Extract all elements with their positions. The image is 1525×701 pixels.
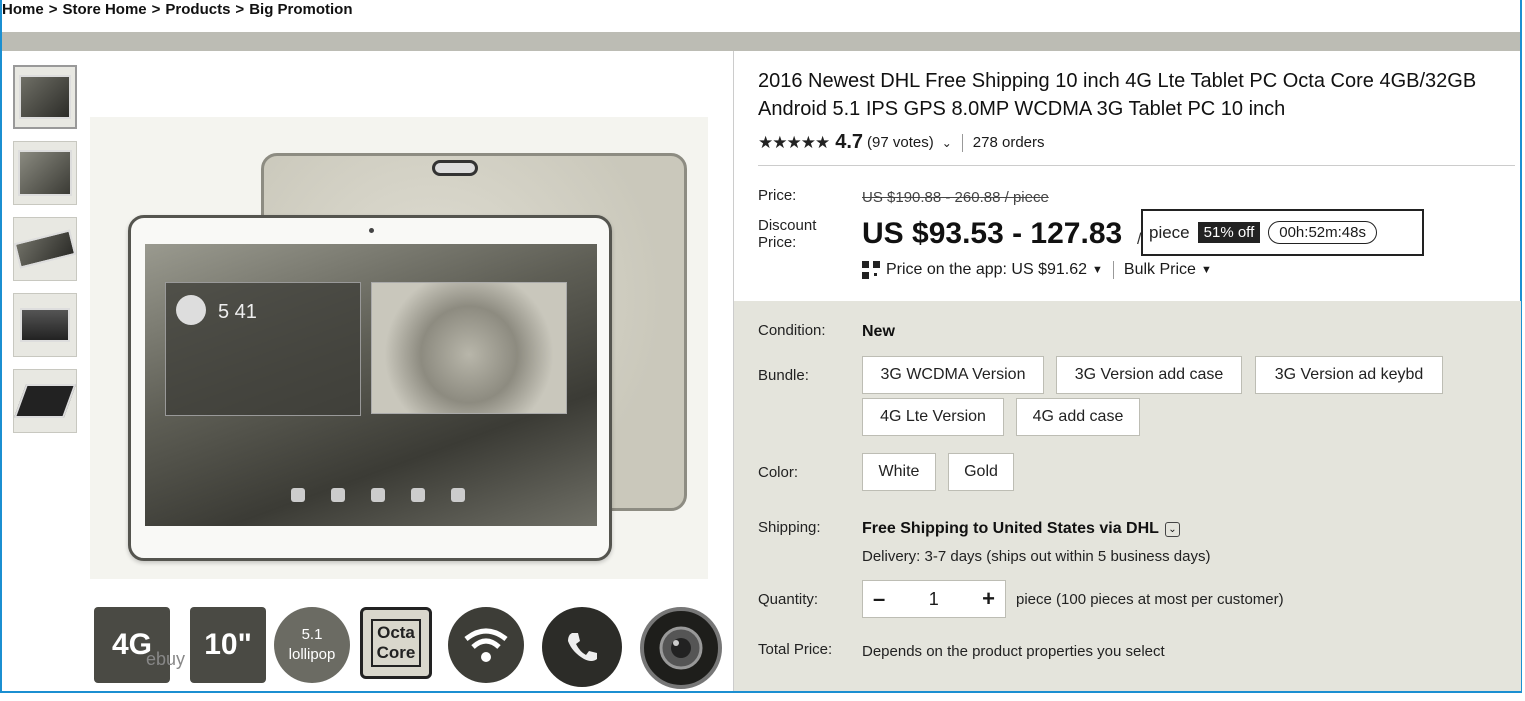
breadcrumb: Home > Store Home > Products > Big Promotion bbox=[2, 1, 353, 18]
product-gallery: 5 41 4G ebuy 10" 5.1 lollipop Octa Core bbox=[2, 51, 731, 691]
total-price-label: Total Price: bbox=[758, 641, 833, 658]
phone-icon bbox=[542, 607, 622, 687]
quantity-decrease-button[interactable]: – bbox=[873, 586, 885, 612]
original-price: US $190.88 - 260.88 / piece bbox=[862, 189, 1049, 206]
discount-price: US $93.53 - 127.83 bbox=[862, 217, 1123, 250]
breadcrumb-products[interactable]: Products bbox=[165, 1, 230, 18]
bundle-option-4g-add-case[interactable]: 4G add case bbox=[1016, 398, 1140, 436]
main-product-image[interactable]: 5 41 bbox=[90, 117, 708, 579]
rating-stars-icon: ★★★★★ bbox=[758, 132, 830, 152]
tablet-front-image: 5 41 bbox=[128, 215, 612, 561]
widget-time: 5 41 bbox=[218, 301, 257, 323]
badge-octa-core: Octa Core bbox=[360, 607, 432, 679]
quantity-increase-button[interactable]: + bbox=[982, 586, 995, 612]
price-label: Price: bbox=[758, 187, 797, 204]
app-price-row: Price on the app: US $91.62 ▼ Bulk Price… bbox=[862, 261, 1212, 279]
caret-down-icon[interactable]: ▼ bbox=[1201, 264, 1212, 276]
bulk-price-link[interactable]: Bulk Price bbox=[1124, 261, 1196, 279]
condition-value: New bbox=[862, 323, 895, 340]
color-option-white[interactable]: White bbox=[862, 453, 936, 491]
app-price-link[interactable]: Price on the app: US $91.62 bbox=[886, 261, 1087, 279]
thumbnail-1[interactable] bbox=[13, 65, 77, 129]
thumbnail-list bbox=[13, 65, 79, 445]
badge-10-inch: 10" bbox=[190, 607, 266, 683]
color-option-gold[interactable]: Gold bbox=[948, 453, 1014, 491]
orders-count: 278 orders bbox=[972, 134, 1045, 151]
breadcrumb-separator: > bbox=[48, 1, 58, 18]
divider bbox=[758, 165, 1515, 166]
category-bar bbox=[2, 32, 1520, 51]
bundle-option-3g-keyboard[interactable]: 3G Version ad keybd bbox=[1255, 356, 1443, 394]
weather-widget: 5 41 bbox=[165, 282, 361, 416]
caret-down-icon[interactable]: ▼ bbox=[1092, 264, 1103, 276]
moon-icon bbox=[176, 295, 206, 325]
bundle-option-3g-add-case[interactable]: 3G Version add case bbox=[1056, 356, 1242, 394]
qr-code-icon bbox=[862, 261, 880, 279]
watermark-text: ebuy bbox=[146, 649, 186, 669]
quantity-input[interactable]: 1 bbox=[929, 589, 939, 610]
bundle-option-4g-lte[interactable]: 4G Lte Version bbox=[862, 398, 1004, 436]
divider bbox=[1112, 261, 1114, 279]
wifi-icon bbox=[448, 607, 524, 683]
thumbnail-2[interactable] bbox=[13, 141, 77, 205]
quantity-note: piece (100 pieces at most per customer) bbox=[1016, 591, 1284, 608]
bundle-option-3g-wcdma[interactable]: 3G WCDMA Version bbox=[862, 356, 1044, 394]
price-unit: piece bbox=[1149, 222, 1190, 242]
delivery-info: Delivery: 3-7 days (ships out within 5 b… bbox=[862, 548, 1211, 565]
feature-badges: 4G ebuy 10" 5.1 lollipop Octa Core bbox=[94, 607, 724, 689]
badge-4g: 4G ebuy bbox=[94, 607, 185, 683]
camera-icon bbox=[432, 160, 478, 176]
breadcrumb-store-home[interactable]: Store Home bbox=[62, 1, 146, 18]
flower-photo bbox=[371, 282, 567, 414]
tablet-screen: 5 41 bbox=[145, 244, 597, 526]
divider bbox=[961, 133, 963, 152]
thumbnail-5[interactable] bbox=[13, 369, 77, 433]
product-detail: 2016 Newest DHL Free Shipping 10 inch 4G… bbox=[733, 51, 1521, 691]
chevron-down-icon[interactable]: ⌄ bbox=[1164, 521, 1180, 537]
shipping-label: Shipping: bbox=[758, 519, 821, 536]
app-dock bbox=[291, 488, 491, 506]
quantity-label: Quantity: bbox=[758, 591, 819, 608]
shipping-value[interactable]: Free Shipping to United States via DHL ⌄ bbox=[862, 520, 1180, 538]
breadcrumb-big-promotion[interactable]: Big Promotion bbox=[249, 1, 352, 18]
thumbnail-3[interactable] bbox=[13, 217, 77, 281]
rating-row: ★★★★★ 4.7 (97 votes) ⌄ 278 orders bbox=[758, 131, 1045, 154]
chevron-down-icon[interactable]: ⌄ bbox=[942, 136, 952, 150]
breadcrumb-separator: > bbox=[151, 1, 161, 18]
color-label: Color: bbox=[758, 464, 799, 481]
quantity-stepper: – 1 + bbox=[862, 580, 1006, 618]
votes-link[interactable]: (97 votes) bbox=[867, 134, 934, 151]
condition-label: Condition: bbox=[758, 322, 826, 339]
breadcrumb-separator: > bbox=[235, 1, 245, 18]
camera-lens-icon bbox=[640, 607, 722, 689]
rating-value: 4.7 bbox=[835, 131, 864, 153]
bundle-label: Bundle: bbox=[758, 367, 809, 384]
product-title: 2016 Newest DHL Free Shipping 10 inch 4G… bbox=[758, 70, 1477, 120]
thumbnail-4[interactable] bbox=[13, 293, 77, 357]
badge-lollipop: 5.1 lollipop bbox=[274, 607, 350, 683]
total-price-value: Depends on the product properties you se… bbox=[862, 643, 1165, 660]
countdown-timer: 00h:52m:48s bbox=[1268, 221, 1377, 244]
options-panel: Condition: New Bundle: 3G WCDMA Version … bbox=[734, 301, 1521, 691]
discount-highlight-box: piece 51% off 00h:52m:48s bbox=[1141, 209, 1424, 256]
discount-badge: 51% off bbox=[1197, 222, 1261, 243]
breadcrumb-home[interactable]: Home bbox=[2, 1, 44, 18]
discount-price-label: Discount Price: bbox=[758, 217, 817, 251]
